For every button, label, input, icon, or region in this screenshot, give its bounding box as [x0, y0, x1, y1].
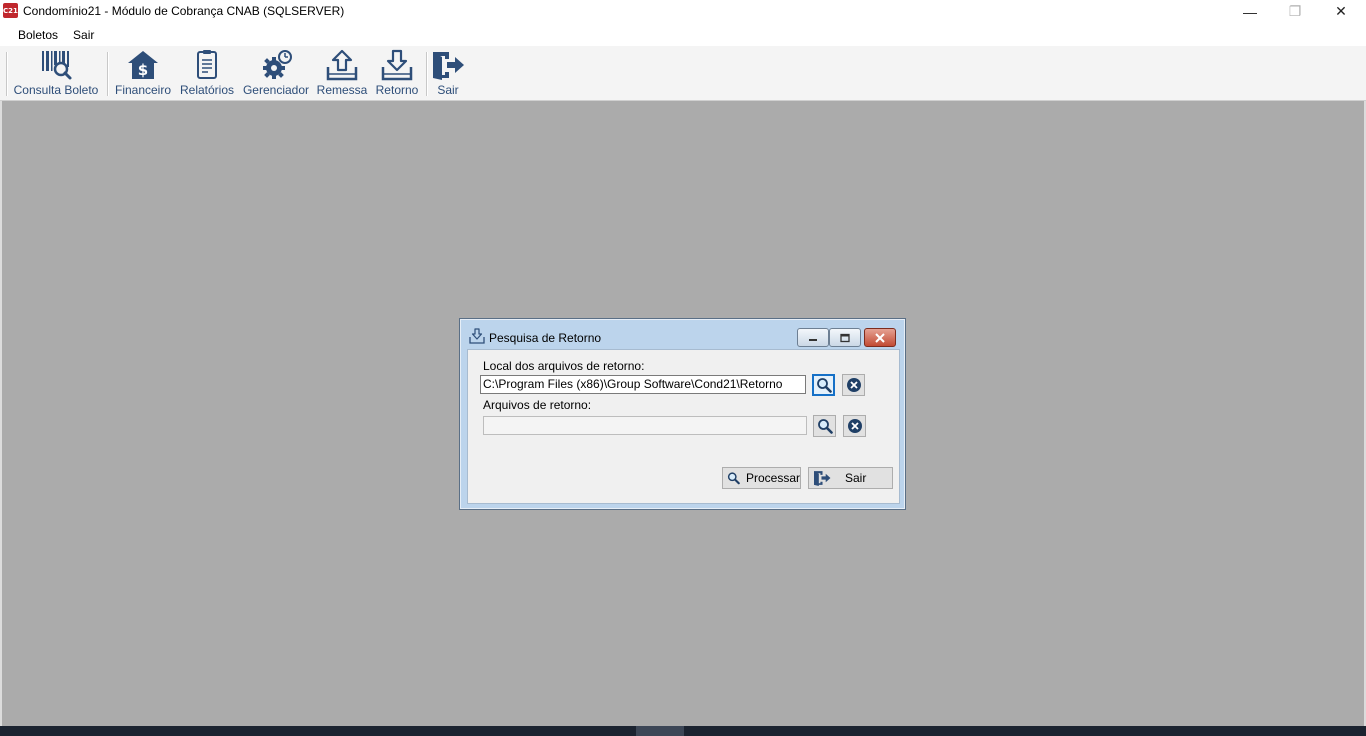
- arquivos-retorno-label: Arquivos de retorno:: [483, 398, 592, 412]
- gear-settings-icon: [263, 50, 292, 79]
- mdi-left-border: [0, 101, 2, 726]
- sair-dialog-button[interactable]: Sair: [808, 467, 893, 489]
- gerenciador-label: Gerenciador: [242, 83, 310, 97]
- toolbar-grip: [6, 52, 8, 96]
- report-icon: [197, 50, 217, 79]
- clear-icon: [846, 378, 861, 392]
- svg-text:$: $: [138, 61, 148, 79]
- dialog-close-button[interactable]: [864, 328, 896, 347]
- house-dollar-icon: $: [128, 51, 158, 79]
- dialog-body: Local dos arquivos de retorno: C:\Progra…: [467, 349, 900, 504]
- remessa-button[interactable]: Remessa: [316, 49, 368, 97]
- local-arquivos-label: Local dos arquivos de retorno:: [483, 359, 645, 373]
- dialog-title: Pesquisa de Retorno: [489, 331, 602, 345]
- relatorios-button[interactable]: Relatórios: [178, 49, 236, 97]
- close-button[interactable]: ✕: [1318, 0, 1364, 23]
- search-icon: [817, 419, 833, 434]
- download-tray-icon: [381, 49, 413, 81]
- title-bar[interactable]: C21 Condomínio21 - Módulo de Cobrança CN…: [0, 0, 1366, 23]
- minimize-icon: [809, 338, 817, 341]
- financeiro-label: Financeiro: [114, 83, 172, 97]
- gerenciador-button[interactable]: Gerenciador: [240, 49, 312, 97]
- local-search-button[interactable]: [812, 374, 835, 396]
- download-tray-icon: [469, 328, 485, 344]
- toolbar: Consulta Boleto $ Financeiro Relatórios: [0, 46, 1366, 101]
- search-icon: [816, 378, 832, 393]
- clear-icon: [847, 419, 862, 433]
- local-arquivos-input[interactable]: C:\Program Files (x86)\Group Software\Co…: [480, 375, 806, 394]
- menu-boletos[interactable]: Boletos: [15, 26, 61, 44]
- consulta-boleto-button[interactable]: Consulta Boleto: [12, 49, 100, 97]
- exit-door-icon: [814, 471, 831, 486]
- exit-door-icon: [433, 52, 464, 80]
- toolbar-separator: [426, 52, 428, 96]
- dialog-minimize-button[interactable]: [797, 328, 829, 347]
- sair-toolbar-button[interactable]: Sair: [430, 49, 466, 97]
- dialog-maximize-button[interactable]: [829, 328, 861, 347]
- menu-sair[interactable]: Sair: [70, 26, 97, 44]
- remessa-label: Remessa: [316, 83, 368, 97]
- menu-bar: Boletos Sair: [0, 23, 1366, 46]
- financeiro-button[interactable]: $ Financeiro: [112, 49, 174, 97]
- arquivos-clear-button[interactable]: [843, 415, 866, 437]
- taskbar-active-app[interactable]: [636, 726, 684, 736]
- maximize-icon: [840, 333, 850, 342]
- restore-button[interactable]: ❐: [1272, 0, 1318, 23]
- arquivos-retorno-input[interactable]: [483, 416, 807, 435]
- search-icon: [727, 472, 740, 485]
- retorno-button[interactable]: Retorno: [372, 49, 422, 97]
- close-icon: [875, 332, 885, 343]
- arquivos-search-button[interactable]: [813, 415, 836, 437]
- sair-dialog-label: Sair: [845, 471, 867, 485]
- relatorios-label: Relatórios: [179, 83, 235, 97]
- toolbar-separator: [107, 52, 109, 96]
- window-title: Condomínio21 - Módulo de Cobrança CNAB (…: [23, 4, 345, 18]
- barcode-search-icon: [42, 51, 72, 80]
- upload-tray-icon: [326, 49, 358, 81]
- processar-button[interactable]: Processar: [722, 467, 801, 489]
- sair-toolbar-label: Sair: [437, 83, 459, 97]
- processar-label: Processar: [745, 471, 800, 485]
- consulta-boleto-label: Consulta Boleto: [13, 83, 99, 97]
- app-window: C21 Condomínio21 - Módulo de Cobrança CN…: [0, 0, 1366, 736]
- local-clear-button[interactable]: [842, 374, 865, 396]
- app-logo-icon: C21: [3, 3, 18, 18]
- pesquisa-retorno-dialog[interactable]: Pesquisa de Retorno Local dos arquivos d…: [459, 318, 906, 510]
- minimize-button[interactable]: —: [1227, 0, 1273, 23]
- retorno-label: Retorno: [375, 83, 419, 97]
